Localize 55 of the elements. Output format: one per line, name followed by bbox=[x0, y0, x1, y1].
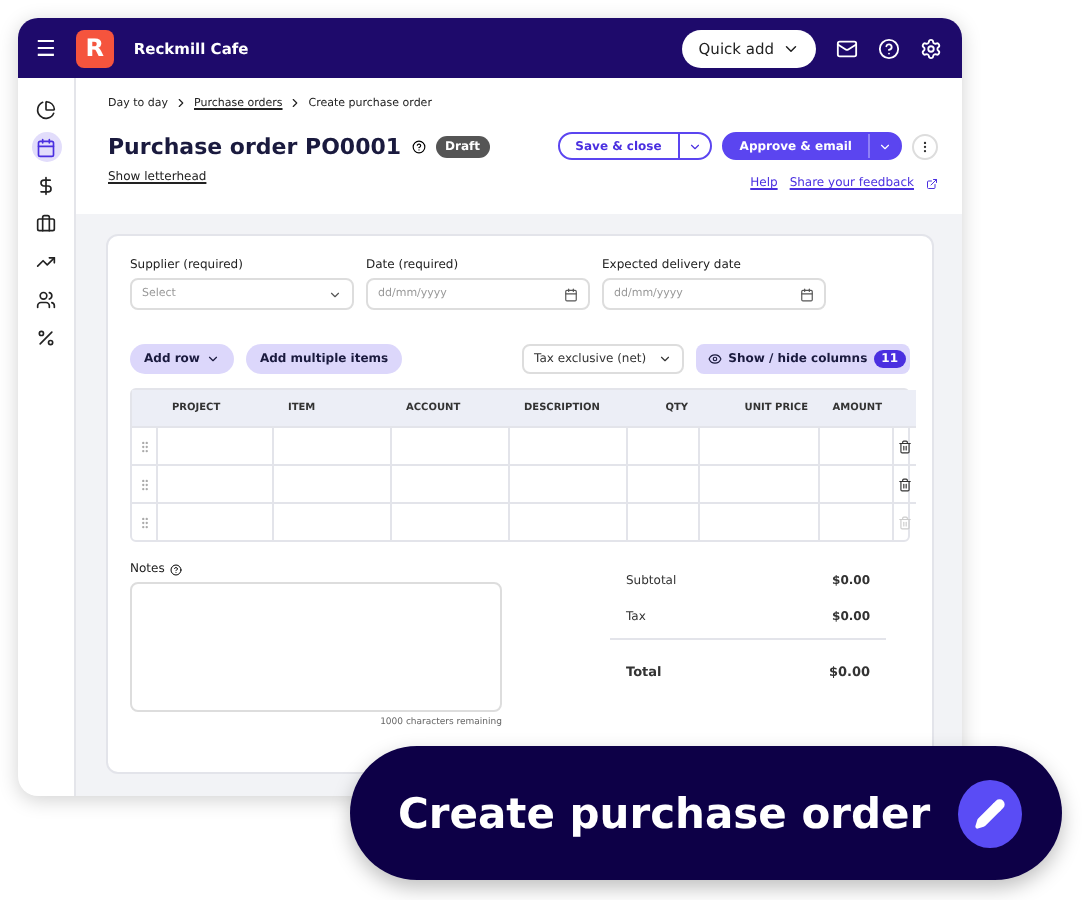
table-cell[interactable] bbox=[626, 502, 698, 540]
table-cell[interactable] bbox=[626, 426, 698, 464]
mail-icon[interactable] bbox=[836, 37, 858, 59]
table-cell[interactable] bbox=[698, 502, 818, 540]
table-cell[interactable] bbox=[698, 464, 818, 502]
briefcase-icon bbox=[36, 213, 56, 233]
more-button[interactable] bbox=[912, 133, 938, 159]
percent-icon bbox=[36, 327, 56, 347]
notes-field[interactable] bbox=[130, 582, 502, 712]
sidebar-item[interactable] bbox=[31, 132, 61, 162]
page-title: Purchase order PO0001 bbox=[108, 133, 402, 159]
pencil-icon bbox=[958, 779, 1022, 847]
delete-icon[interactable] bbox=[898, 439, 912, 453]
delete-icon[interactable] bbox=[898, 477, 912, 491]
banner-title: Create purchase order bbox=[398, 789, 931, 837]
trend-icon bbox=[36, 251, 56, 271]
info-icon[interactable] bbox=[411, 139, 426, 153]
chevron-icon bbox=[174, 96, 188, 110]
calendar-icon bbox=[800, 287, 814, 301]
table-cell[interactable] bbox=[272, 464, 390, 502]
pie-chart-icon bbox=[36, 99, 56, 119]
caret-icon bbox=[205, 352, 220, 366]
table-cell[interactable] bbox=[272, 426, 390, 464]
table-cell[interactable] bbox=[626, 464, 698, 502]
caret-icon bbox=[658, 352, 673, 366]
table-cell[interactable] bbox=[390, 502, 508, 540]
table-cell[interactable] bbox=[698, 426, 818, 464]
external-link-icon bbox=[926, 177, 938, 189]
people-icon bbox=[36, 289, 56, 309]
info-icon[interactable] bbox=[170, 563, 183, 575]
table-cell[interactable] bbox=[156, 426, 272, 464]
more-icon bbox=[918, 139, 932, 153]
table-cell[interactable] bbox=[508, 464, 626, 502]
caret-icon bbox=[687, 139, 702, 153]
caret-icon bbox=[328, 287, 342, 301]
table-cell[interactable] bbox=[818, 502, 892, 540]
caret-icon bbox=[878, 139, 892, 153]
help-icon[interactable] bbox=[878, 37, 900, 59]
app-logo: R bbox=[75, 29, 114, 67]
chevron-icon bbox=[288, 96, 303, 110]
settings-icon[interactable] bbox=[920, 37, 942, 59]
table-cell[interactable] bbox=[508, 426, 626, 464]
table-cell[interactable] bbox=[818, 464, 892, 502]
table-cell[interactable] bbox=[156, 502, 272, 540]
dollar-icon bbox=[36, 175, 56, 195]
table-cell[interactable] bbox=[272, 502, 390, 540]
menu-button[interactable]: ☰ bbox=[36, 35, 56, 61]
table-cell[interactable] bbox=[390, 464, 508, 502]
table-cell[interactable] bbox=[818, 426, 892, 464]
calendar-icon bbox=[564, 287, 578, 301]
table-cell[interactable] bbox=[390, 426, 508, 464]
eye-icon bbox=[708, 352, 723, 366]
calendar-icon bbox=[36, 137, 56, 157]
table-cell[interactable] bbox=[156, 464, 272, 502]
table-cell[interactable] bbox=[508, 502, 626, 540]
